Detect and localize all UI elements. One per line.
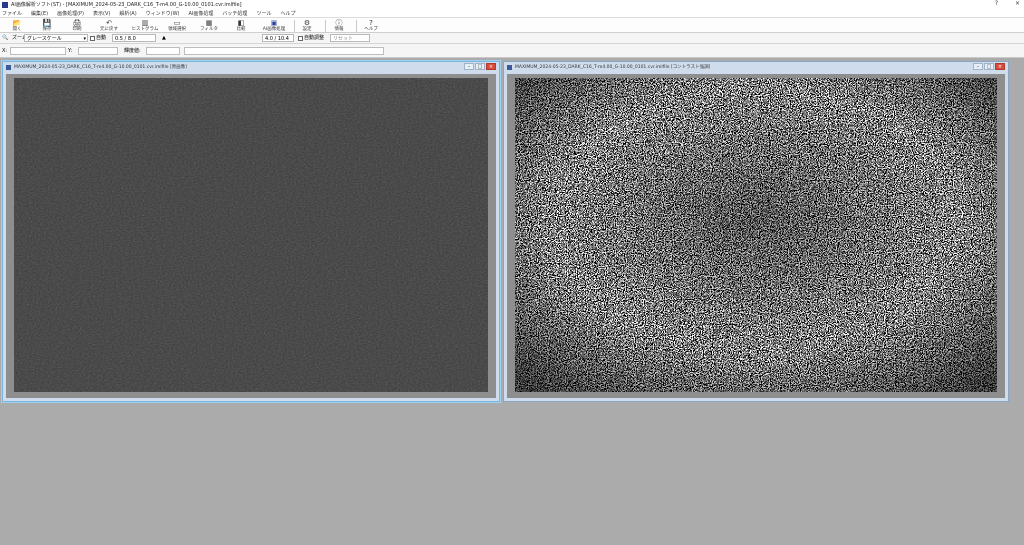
region-icon: ▭ [173, 19, 181, 27]
help-button[interactable]: ? [995, 0, 998, 7]
histogram-button[interactable]: ▥ ヒストグラム [128, 19, 162, 33]
image-window-enhanced[interactable]: MAXIMUM_2024-05-23_DARK_C16_T-m4.00_G-10… [503, 61, 1009, 402]
contrast-checkbox[interactable]: 自動調整 [298, 34, 324, 42]
settings-button[interactable]: ⚙ 設定 [292, 19, 322, 33]
checkbox-box [298, 35, 303, 41]
menu-window[interactable]: ウィンドウ(W) [146, 10, 180, 17]
image-window-caption[interactable]: MAXIMUM_2024-05-23_DARK_C16_T-m4.00_G-10… [3, 62, 499, 72]
value-field [146, 47, 180, 55]
info-icon: ⓘ [335, 19, 343, 27]
ai-icon: ▣ [270, 19, 278, 27]
window-controls: – □ × [972, 63, 1005, 70]
print-button[interactable]: 🖨 印刷 [62, 19, 92, 33]
menu-ai-processing[interactable]: AI画像処理 [189, 10, 214, 17]
filter-icon: ▦ [205, 19, 213, 27]
x-coordinate-field [10, 47, 66, 55]
close-window-button[interactable]: × [995, 63, 1005, 70]
filter-button[interactable]: ▦ フィルタ [194, 19, 224, 33]
level-field[interactable]: 0.5 / 8.0 [112, 34, 156, 42]
compare-icon: ◧ [237, 19, 245, 27]
image-window-title: MAXIMUM_2024-05-23_DARK_C16_T-m4.00_G-10… [14, 65, 187, 70]
menu-help[interactable]: ヘルプ [280, 10, 295, 17]
colormap-select[interactable]: グレースケール ▾ [24, 34, 88, 42]
image-window-original[interactable]: MAXIMUM_2024-05-23_DARK_C16_T-m4.00_G-10… [2, 61, 500, 402]
open-icon: 📂 [12, 19, 22, 27]
open-button[interactable]: 📂 開く [2, 19, 32, 33]
maximize-button[interactable]: □ [984, 63, 994, 70]
print-icon: 🖨 [72, 19, 82, 27]
minimize-button[interactable]: – [464, 63, 474, 70]
maximize-button[interactable]: □ [475, 63, 485, 70]
compare-button[interactable]: ◧ 比較 [226, 19, 256, 33]
menu-file[interactable]: ファイル [2, 10, 22, 17]
menu-batch[interactable]: バッチ処理 [222, 10, 247, 17]
window-title: AI画像解析ソフト(ST) - [MAXIMUM_2024-05-23_DARK… [11, 2, 242, 8]
save-icon: 💾 [42, 19, 52, 27]
window-controls: – □ × [463, 63, 496, 70]
app-icon [2, 1, 8, 8]
main-toolbar: 📂 開く 💾 保存 🖨 印刷 ↶ 元に戻す ▥ ヒストグラム ▭ 領域選択 ▦ … [0, 17, 1024, 33]
info-button[interactable]: ⓘ 情報 [324, 19, 354, 33]
menu-analysis[interactable]: 解析(A) [119, 10, 136, 17]
region-select-button[interactable]: ▭ 領域選択 [162, 19, 192, 33]
histogram-icon: ▥ [141, 19, 149, 27]
y-coordinate-field [78, 47, 118, 55]
help-toolbar-button[interactable]: ? ヘルプ [356, 19, 386, 33]
image-window-icon [6, 64, 11, 70]
dark-image[interactable] [14, 78, 488, 392]
image-canvas-frame [507, 74, 1005, 398]
reset-button[interactable]: リセット [330, 34, 370, 42]
image-window-title: MAXIMUM_2024-05-23_DARK_C16_T-m4.00_G-10… [515, 65, 711, 70]
auto-checkbox[interactable]: 自動 [90, 34, 106, 42]
title-bar: AI画像解析ソフト(ST) - [MAXIMUM_2024-05-23_DARK… [0, 0, 1024, 9]
menu-view[interactable]: 表示(V) [93, 10, 110, 17]
undo-icon: ↶ [106, 19, 112, 27]
triangle-marker-icon: ▲ [162, 35, 166, 41]
image-canvas-frame [6, 74, 496, 398]
image-window-icon [507, 64, 512, 70]
coordinate-toolbar: X: Y: 輝度値: [0, 44, 1024, 58]
zoom-icon[interactable]: 🔍 [2, 34, 8, 42]
x-label: X: [2, 48, 8, 54]
image-window-caption[interactable]: MAXIMUM_2024-05-23_DARK_C16_T-m4.00_G-10… [504, 62, 1008, 72]
menu-bar: ファイル 編集(E) 画像処理(P) 表示(V) 解析(A) ウィンドウ(W) … [0, 9, 1024, 17]
undo-button[interactable]: ↶ 元に戻す [94, 19, 124, 33]
help-icon: ? [369, 19, 373, 27]
chevron-down-icon: ▾ [83, 36, 86, 42]
menu-image-processing[interactable]: 画像処理(P) [57, 10, 84, 17]
gear-icon: ⚙ [303, 19, 311, 27]
noise-image[interactable] [515, 78, 997, 392]
checkbox-box [90, 35, 95, 41]
close-button[interactable]: × [1015, 0, 1020, 7]
ai-processing-button[interactable]: ▣ AI画像処理 [257, 19, 291, 33]
display-toolbar: 🔍 ズーム グレースケール ▾ 自動 0.5 / 8.0 ▲ 4.0 / 10.… [0, 33, 1024, 44]
close-window-button[interactable]: × [486, 63, 496, 70]
y-label: Y: [68, 48, 73, 54]
range-field[interactable]: 4.0 / 10.4 [262, 34, 294, 42]
value-label: 輝度値: [124, 48, 141, 54]
menu-edit[interactable]: 編集(E) [31, 10, 48, 17]
minimize-button[interactable]: – [973, 63, 983, 70]
status-field [184, 47, 384, 55]
menu-tools[interactable]: ツール [256, 10, 271, 17]
save-button[interactable]: 💾 保存 [32, 19, 62, 33]
